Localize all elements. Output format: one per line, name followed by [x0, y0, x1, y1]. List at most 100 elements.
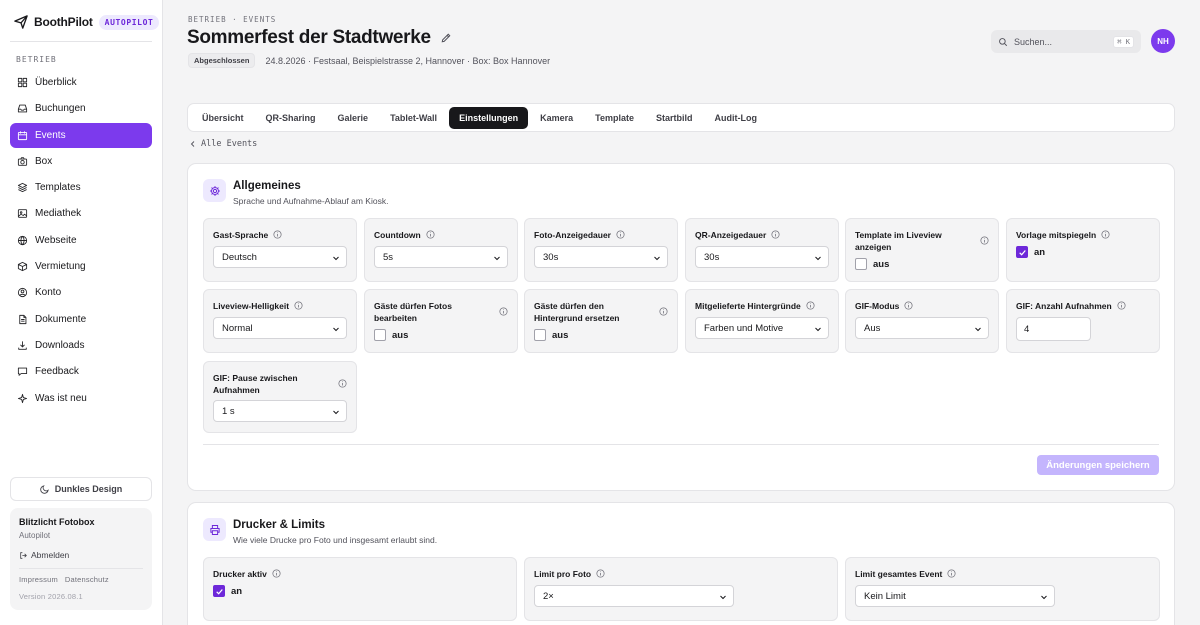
tab-audit-log[interactable]: Audit-Log	[704, 107, 766, 129]
brand-name: BoothPilot	[34, 15, 93, 29]
sidebar-item-downloads[interactable]: Downloads	[10, 333, 152, 358]
brightness-select[interactable]: Normal	[213, 317, 347, 339]
template-liveview-checkbox[interactable]: aus	[855, 258, 889, 270]
gif-pause-select[interactable]: 1 s	[213, 400, 347, 422]
info-icon[interactable]	[294, 301, 303, 310]
limit-per-photo-select[interactable]: 2×	[534, 585, 734, 607]
sidebar-item-vermietung[interactable]: Vermietung	[10, 254, 152, 279]
countdown-select[interactable]: 5s	[374, 246, 508, 268]
photo-duration-select[interactable]: 30s	[534, 246, 668, 268]
tab-startbild[interactable]: Startbild	[646, 107, 703, 129]
tab-übersicht[interactable]: Übersicht	[192, 107, 254, 129]
field-label: GIF: Anzahl Aufnahmen	[1016, 301, 1112, 311]
info-icon[interactable]	[426, 230, 435, 239]
tab-einstellungen[interactable]: Einstellungen	[449, 106, 529, 129]
tab-kamera[interactable]: Kamera	[530, 107, 583, 129]
backgrounds-select[interactable]: Farben und Motive	[695, 317, 829, 339]
info-icon[interactable]	[771, 230, 780, 239]
sidebar-item-dokumente[interactable]: Dokumente	[10, 307, 152, 332]
guest-language-select[interactable]: Deutsch	[213, 246, 347, 268]
imprint-link[interactable]: Impressum	[19, 575, 58, 584]
sidebar-item-label: Mediathek	[35, 208, 82, 220]
checkbox-box[interactable]	[855, 258, 867, 270]
privacy-link[interactable]: Datenschutz	[65, 575, 109, 584]
dark-mode-label: Dunkles Design	[54, 484, 123, 494]
checkbox-box[interactable]	[1016, 246, 1028, 258]
sidebar-item-box[interactable]: Box	[10, 149, 152, 174]
info-icon[interactable]	[616, 230, 625, 239]
search-input[interactable]: Suchen... ⌘ K	[991, 30, 1141, 53]
sidebar-item-label: Was ist neu	[35, 392, 87, 404]
sidebar-item-was-ist-neu[interactable]: Was ist neu	[10, 386, 152, 411]
edit-pencil-icon[interactable]	[440, 32, 452, 44]
app-version: Version 2026.08.1	[19, 592, 83, 601]
chat-icon	[17, 367, 28, 376]
sidebar-item-konto[interactable]: Konto	[10, 280, 152, 305]
panel-subtitle: Sprache und Aufnahme-Ablauf am Kiosk.	[233, 196, 389, 206]
field-gif-mode: GIF-Modus Aus	[845, 289, 999, 353]
brand-logo[interactable]: BoothPilot AUTOPILOT	[14, 14, 160, 30]
checkbox-state: an	[1034, 246, 1046, 258]
save-button[interactable]: Änderungen speichern	[1037, 455, 1159, 475]
select-value: Kein Limit	[864, 590, 906, 602]
file-icon	[19, 314, 27, 324]
field-printer-active: Drucker aktiv an	[203, 557, 517, 621]
gif-count-input[interactable]: 4	[1016, 317, 1091, 341]
sidebar-item-mediathek[interactable]: Mediathek	[10, 201, 152, 226]
info-icon[interactable]	[596, 569, 605, 578]
logout-link[interactable]: Abmelden	[19, 550, 143, 560]
tab-tablet-wall[interactable]: Tablet-Wall	[380, 107, 447, 129]
dark-mode-button[interactable]: Dunkles Design	[10, 477, 152, 501]
select-value: 30s	[543, 251, 559, 263]
info-icon[interactable]	[904, 301, 913, 310]
field-label: Limit gesamtes Event	[855, 569, 943, 579]
info-icon[interactable]	[947, 569, 956, 578]
sidebar-item-label: Dokumente	[35, 313, 87, 325]
limit-total-select[interactable]: Kein Limit	[855, 585, 1055, 607]
field-backgrounds: Mitgelieferte Hintergründe Farben und Mo…	[685, 289, 839, 353]
checkbox-state: an	[231, 585, 243, 597]
sidebar-item-feedback[interactable]: Feedback	[10, 359, 152, 384]
search-shortcut: ⌘ K	[1113, 35, 1134, 48]
panel-title: Drucker & Limits	[233, 519, 326, 531]
tab-template[interactable]: Template	[585, 107, 644, 129]
mirror-template-checkbox[interactable]: an	[1016, 246, 1045, 258]
guest-background-checkbox[interactable]: aus	[534, 329, 568, 341]
field-label: Template im Liveview anzeigen	[855, 230, 942, 252]
account-card: Blitzlicht Fotobox Autopilot Abmelden Im…	[10, 508, 152, 610]
status-badge: Abgeschlossen	[188, 53, 256, 68]
gif-mode-select[interactable]: Aus	[855, 317, 989, 339]
guest-edit-checkbox[interactable]: aus	[374, 329, 408, 341]
inbox-icon	[17, 104, 28, 113]
info-icon[interactable]	[980, 236, 989, 245]
tab-qr-sharing[interactable]: QR-Sharing	[256, 107, 326, 129]
field-limit-per-photo: Limit pro Foto 2×	[524, 557, 838, 621]
printer-active-checkbox[interactable]: an	[213, 585, 242, 597]
sidebar-item-events[interactable]: Events	[10, 122, 152, 148]
tab-galerie[interactable]: Galerie	[328, 107, 379, 129]
field-guest-edit: Gäste dürfen Fotos bearbeiten aus	[364, 289, 518, 353]
info-icon[interactable]	[272, 569, 281, 578]
info-icon[interactable]	[273, 230, 282, 239]
sidebar-item-label: Konto	[35, 287, 62, 299]
sidebar-item-überblick[interactable]: Überblick	[10, 70, 152, 95]
checkbox-box[interactable]	[534, 329, 546, 341]
info-icon[interactable]	[499, 307, 508, 316]
sidebar-item-webseite[interactable]: Webseite	[10, 228, 152, 253]
field-gif-pause: GIF: Pause zwischen Aufnahmen 1 s	[203, 361, 357, 433]
brand-badge: AUTOPILOT	[98, 14, 160, 30]
info-icon[interactable]	[338, 379, 347, 388]
sidebar-item-label: Templates	[35, 182, 81, 194]
qr-duration-select[interactable]: 30s	[695, 246, 829, 268]
avatar[interactable]: NH	[1151, 29, 1175, 53]
back-link[interactable]: Alle Events	[189, 139, 257, 149]
info-icon[interactable]	[1117, 301, 1126, 310]
checkbox-box[interactable]	[374, 329, 386, 341]
sidebar-item-buchungen[interactable]: Buchungen	[10, 96, 152, 121]
checkbox-box[interactable]	[213, 585, 225, 597]
info-icon[interactable]	[806, 301, 815, 310]
sidebar-item-templates[interactable]: Templates	[10, 175, 152, 200]
info-icon[interactable]	[659, 307, 668, 316]
info-icon[interactable]	[1101, 230, 1110, 239]
select-value: 1 s	[222, 405, 235, 417]
